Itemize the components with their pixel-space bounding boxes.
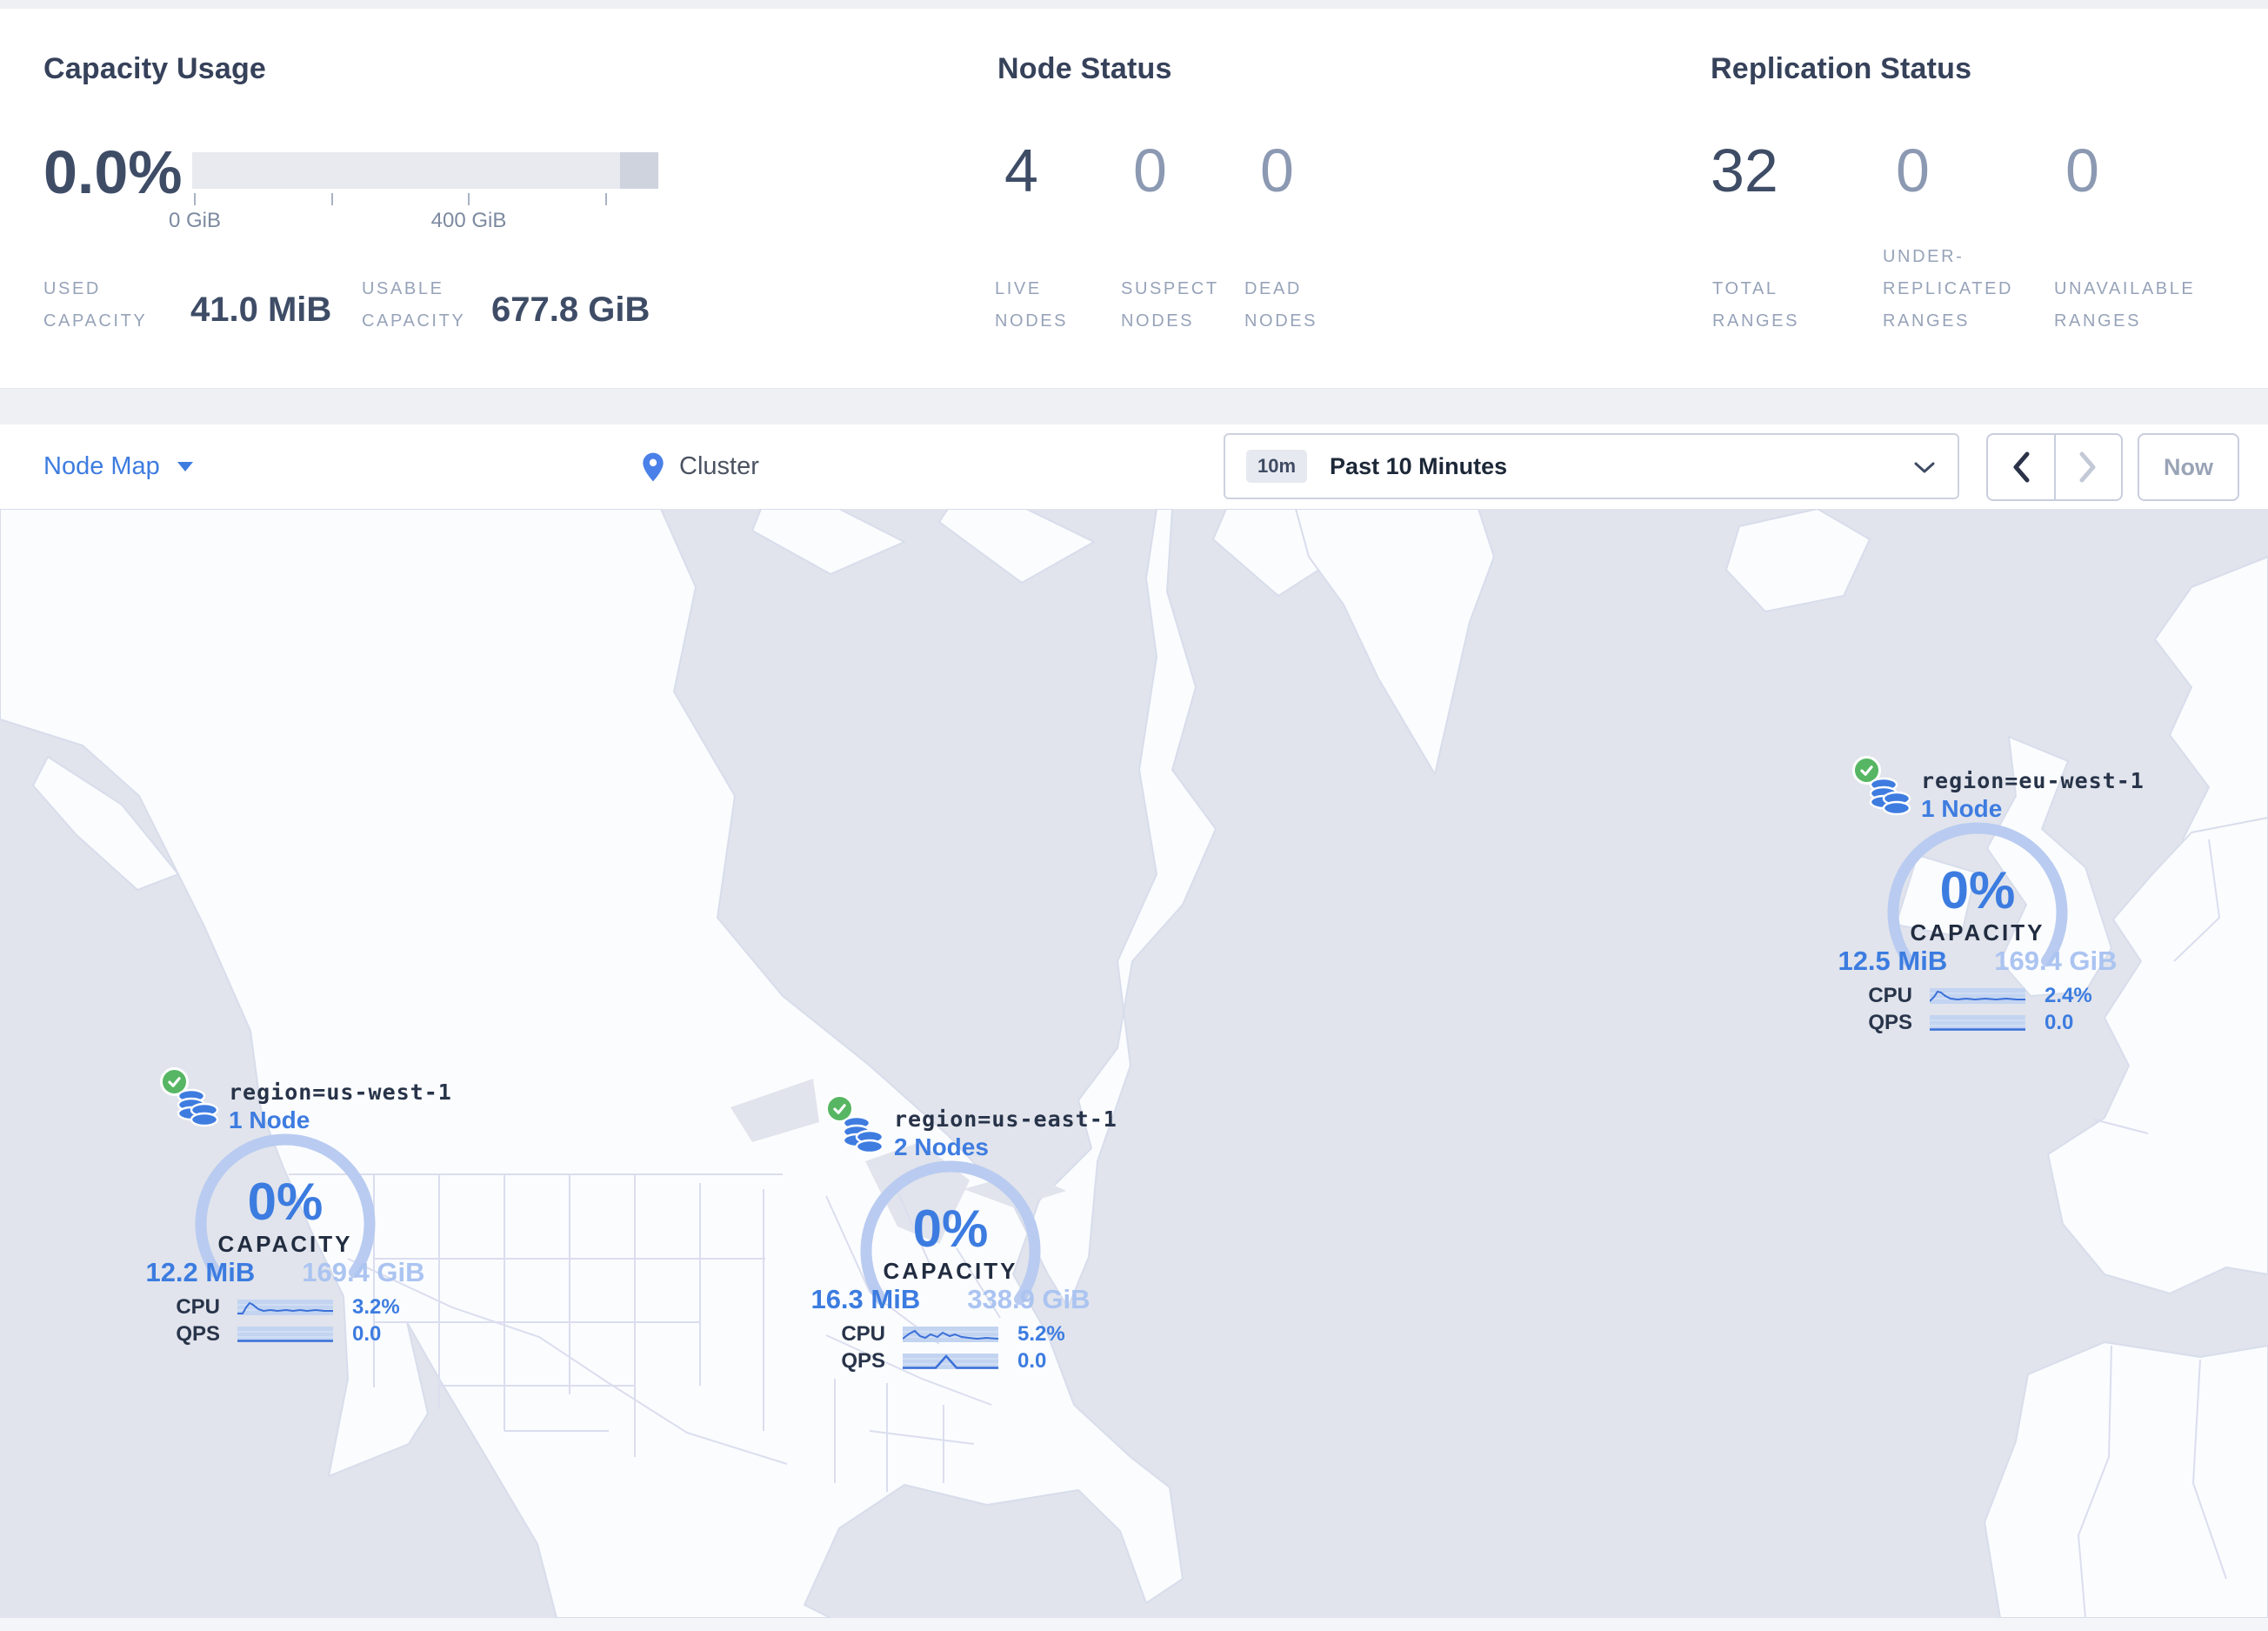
replication-status-title: Replication Status bbox=[1711, 52, 1972, 85]
time-range-select[interactable]: 10m Past 10 Minutes bbox=[1224, 433, 1959, 499]
region-label: region=us-west-1 bbox=[229, 1080, 452, 1105]
used-capacity: 12.2 MiB bbox=[145, 1257, 256, 1287]
cpu-value: 5.2% bbox=[1017, 1322, 1065, 1346]
dead-nodes-label: DEAD NODES bbox=[1244, 279, 1318, 331]
iceland-landmass bbox=[1725, 509, 1871, 612]
capacity-usage-title: Capacity Usage bbox=[43, 52, 267, 85]
cpu-value: 3.2% bbox=[352, 1295, 400, 1319]
under-replicated-count: 0 bbox=[1896, 137, 1930, 204]
qps-label: QPS bbox=[176, 1322, 220, 1346]
unavailable-label: UNAVAILABLE RANGES bbox=[2054, 279, 2196, 331]
usable-capacity-label: USABLE CAPACITY bbox=[362, 279, 466, 331]
cpu-sparkline bbox=[1930, 988, 2025, 1004]
live-nodes-label: LIVE NODES bbox=[995, 279, 1069, 331]
gauge-percent: 0% bbox=[1939, 861, 2016, 919]
total-ranges-count: 32 bbox=[1711, 137, 1778, 204]
dead-nodes-count: 0 bbox=[1260, 137, 1294, 204]
world-map bbox=[0, 509, 2268, 1618]
axis-tick bbox=[605, 193, 607, 205]
database-stack-icon bbox=[842, 1115, 884, 1154]
gauge-capacity-label: CAPACITY bbox=[217, 1231, 353, 1257]
axis-tick bbox=[194, 193, 196, 205]
node-status-title: Node Status bbox=[997, 52, 1172, 85]
cpu-sparkline bbox=[903, 1327, 998, 1342]
unavailable-count: 0 bbox=[2065, 137, 2099, 204]
qps-sparkline bbox=[1930, 1015, 2025, 1031]
qps-value: 0.0 bbox=[352, 1322, 382, 1346]
capacity-percent: 0.0% bbox=[43, 138, 183, 206]
cpu-sparkline bbox=[237, 1300, 333, 1315]
suspect-nodes-label: SUSPECT NODES bbox=[1121, 279, 1219, 331]
qps-sparkline bbox=[237, 1327, 333, 1342]
island bbox=[751, 509, 905, 575]
total-capacity: 169.4 GiB bbox=[1994, 946, 2118, 976]
database-stack-icon bbox=[177, 1088, 219, 1127]
gauge-percent: 0% bbox=[912, 1200, 989, 1258]
axis-tick-label: 400 GiB bbox=[430, 209, 507, 232]
chevron-left-icon bbox=[2013, 451, 2030, 483]
step-forward-button[interactable] bbox=[2056, 435, 2122, 499]
total-capacity: 338.9 GiB bbox=[967, 1284, 1091, 1314]
used-capacity: 16.3 MiB bbox=[810, 1284, 921, 1314]
qps-value: 0.0 bbox=[1017, 1349, 1047, 1373]
north-america-landmass bbox=[0, 509, 1217, 1618]
region-marker-us-east-1[interactable]: region=us-east-1 2 Nodes 0% CAPACITY 16.… bbox=[803, 1094, 1117, 1381]
map-toolbar: Node Map Cluster 10m Past 10 Minutes Now bbox=[0, 424, 2268, 510]
used-capacity: 12.5 MiB bbox=[1838, 946, 1948, 976]
capacity-bar bbox=[192, 152, 658, 189]
region-label: region=eu-west-1 bbox=[1921, 768, 2145, 793]
gauge-capacity-label: CAPACITY bbox=[883, 1258, 1018, 1284]
axis-tick-label: 0 GiB bbox=[168, 209, 222, 232]
total-ranges-label: TOTAL RANGES bbox=[1712, 279, 1800, 331]
cpu-label: CPU bbox=[841, 1322, 885, 1346]
capacity-bar-reserved-segment bbox=[620, 152, 658, 189]
region-marker-us-west-1[interactable]: region=us-west-1 1 Node 0% CAPACITY 12.2… bbox=[137, 1067, 451, 1354]
view-picker-label: Node Map bbox=[43, 452, 160, 480]
time-step-buttons bbox=[1986, 433, 2123, 501]
live-nodes-count: 4 bbox=[1004, 137, 1038, 204]
gauge-capacity-label: CAPACITY bbox=[1910, 919, 2045, 946]
bottom-strip bbox=[0, 1618, 2268, 1631]
database-stack-icon bbox=[1869, 777, 1911, 816]
qps-sparkline bbox=[903, 1354, 998, 1369]
now-button[interactable]: Now bbox=[2138, 433, 2239, 501]
greenland-landmass bbox=[1295, 509, 1495, 775]
used-capacity-value: 41.0 MiB bbox=[190, 291, 332, 329]
breadcrumb-cluster-label: Cluster bbox=[679, 452, 759, 480]
step-back-button[interactable] bbox=[1988, 435, 2056, 499]
region-label: region=us-east-1 bbox=[894, 1106, 1117, 1132]
total-capacity: 169.4 GiB bbox=[302, 1257, 425, 1287]
chevron-right-icon bbox=[2079, 451, 2096, 483]
node-map: region=us-west-1 1 Node 0% CAPACITY 12.2… bbox=[0, 509, 2268, 1618]
axis-tick bbox=[331, 193, 333, 205]
usable-capacity-value: 677.8 GiB bbox=[491, 291, 650, 329]
view-picker-dropdown[interactable]: Node Map bbox=[43, 424, 193, 509]
cpu-value: 2.4% bbox=[2045, 984, 2092, 1007]
region-marker-eu-west-1[interactable]: region=eu-west-1 1 Node 0% CAPACITY 12.5… bbox=[1830, 756, 2144, 1043]
chevron-down-icon bbox=[1914, 462, 1935, 473]
qps-label: QPS bbox=[841, 1349, 885, 1373]
suspect-nodes-count: 0 bbox=[1133, 137, 1167, 204]
axis-tick bbox=[468, 193, 470, 205]
island bbox=[938, 509, 1095, 584]
summary-band: Capacity Usage 0.0% 0 GiB 400 GiB USED C… bbox=[0, 9, 2268, 389]
location-pin-icon bbox=[643, 452, 664, 481]
time-range-badge: 10m bbox=[1246, 450, 1308, 483]
chevron-down-icon bbox=[177, 462, 193, 471]
cpu-label: CPU bbox=[1868, 984, 1912, 1007]
used-capacity-label: USED CAPACITY bbox=[43, 279, 148, 331]
cpu-label: CPU bbox=[176, 1295, 220, 1319]
under-replicated-label: UNDER-REPLICATED RANGES bbox=[1883, 247, 2014, 331]
time-range-label: Past 10 Minutes bbox=[1330, 452, 1508, 479]
qps-value: 0.0 bbox=[2045, 1011, 2074, 1034]
gauge-percent: 0% bbox=[247, 1173, 324, 1231]
qps-label: QPS bbox=[1868, 1011, 1912, 1034]
breadcrumb[interactable]: Cluster bbox=[641, 424, 759, 509]
